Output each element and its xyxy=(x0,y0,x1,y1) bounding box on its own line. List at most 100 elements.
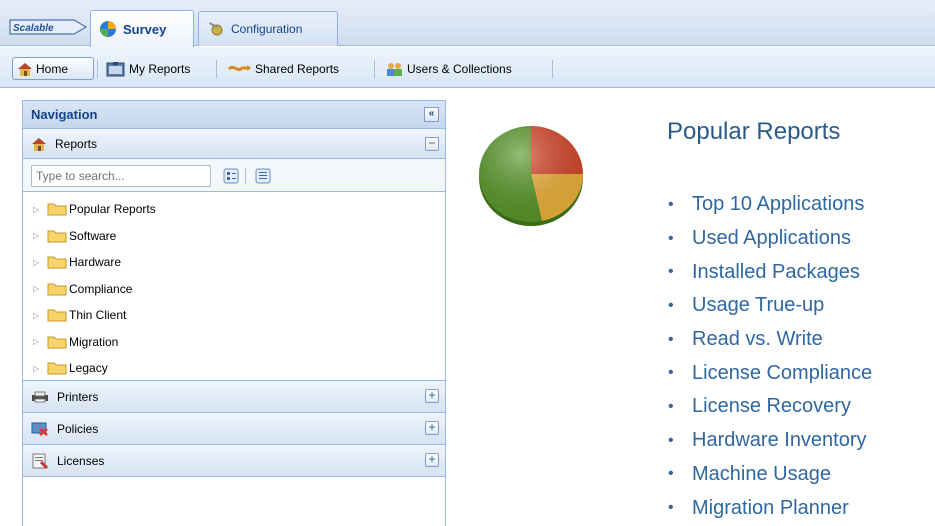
report-link-label[interactable]: Hardware Inventory xyxy=(692,429,867,452)
policies-section-label: Policies xyxy=(57,421,99,436)
policies-icon xyxy=(31,422,48,436)
folder-icon xyxy=(47,309,67,322)
report-link-label[interactable]: Installed Packages xyxy=(692,261,860,284)
shared-reports-button[interactable]: Shared Reports xyxy=(224,57,343,80)
collapse-reports-button[interactable]: − xyxy=(425,137,439,151)
toolbar-separator xyxy=(216,60,217,78)
expand-printers-button[interactable]: + xyxy=(425,389,439,403)
printers-section-header[interactable]: Printers + xyxy=(23,381,445,413)
licenses-section-header[interactable]: Licenses + xyxy=(23,445,445,477)
tab-configuration[interactable]: Configuration xyxy=(198,11,338,46)
tree-folder-thin-client[interactable]: ▷ Thin Client xyxy=(23,302,445,329)
list-bullet: • xyxy=(668,364,674,382)
report-link[interactable]: • Usage True-up xyxy=(668,289,872,323)
toolbar-separator xyxy=(374,60,375,78)
tree-folder-compliance[interactable]: ▷ Compliance xyxy=(23,276,445,303)
tree-folder-popular-reports[interactable]: ▷ Popular Reports xyxy=(23,196,445,223)
report-link-label[interactable]: Migration Planner xyxy=(692,497,849,520)
tree-folder-label: Legacy xyxy=(69,361,108,376)
report-link[interactable]: • Top 10 Applications xyxy=(668,188,872,222)
popular-reports-title: Popular Reports xyxy=(667,118,841,145)
list-bullet: • xyxy=(668,263,674,281)
report-link-label[interactable]: Used Applications xyxy=(692,227,851,250)
my-reports-icon xyxy=(106,61,125,76)
users-collections-button[interactable]: Users & Collections xyxy=(382,57,516,80)
my-reports-button[interactable]: My Reports xyxy=(102,57,194,80)
report-link-label[interactable]: Machine Usage xyxy=(692,463,831,486)
report-link[interactable]: • License Recovery xyxy=(668,390,872,424)
pie-chart-icon xyxy=(478,126,584,226)
list-bullet: • xyxy=(668,195,674,213)
navigation-title: Navigation xyxy=(31,107,98,122)
expand-arrow-icon[interactable]: ▷ xyxy=(33,231,43,240)
report-link[interactable]: • Migration Planner xyxy=(668,491,872,525)
policies-section-header[interactable]: Policies + xyxy=(23,413,445,445)
tree-folder-hardware[interactable]: ▷ Hardware xyxy=(23,249,445,276)
globe-icon xyxy=(100,21,116,37)
scalable-logo: Scalable xyxy=(9,19,87,35)
expand-arrow-icon[interactable]: ▷ xyxy=(33,258,43,267)
wrench-gear-icon xyxy=(209,22,223,36)
expand-licenses-button[interactable]: + xyxy=(425,453,439,467)
shared-reports-icon xyxy=(228,64,251,71)
reports-section-header[interactable]: Reports − xyxy=(23,129,445,159)
home-button[interactable]: Home xyxy=(12,57,94,80)
expand-policies-button[interactable]: + xyxy=(425,421,439,435)
tab-survey-label: Survey xyxy=(123,21,167,37)
list-view-icon[interactable] xyxy=(255,168,271,184)
expand-all-icon[interactable] xyxy=(223,168,239,184)
home-icon xyxy=(18,62,32,76)
report-link-label[interactable]: Usage True-up xyxy=(692,294,824,317)
printer-icon xyxy=(32,391,48,402)
report-link[interactable]: • Used Applications xyxy=(668,222,872,256)
tree-folder-migration[interactable]: ▷ Migration xyxy=(23,329,445,356)
tab-configuration-label: Configuration xyxy=(231,22,303,36)
tree-folder-legacy[interactable]: ▷ Legacy xyxy=(23,355,445,382)
report-link[interactable]: • Machine Usage xyxy=(668,458,872,492)
users-icon xyxy=(387,62,402,76)
licenses-icon xyxy=(32,453,49,469)
collapse-panel-button[interactable]: « xyxy=(424,107,439,122)
main-toolbar: Home My Reports Shared Reports Users & C… xyxy=(0,47,935,88)
tab-survey[interactable]: Survey xyxy=(90,10,194,47)
report-search-bar xyxy=(23,159,445,192)
report-link-label[interactable]: Top 10 Applications xyxy=(692,193,864,216)
report-link[interactable]: • License Compliance xyxy=(668,356,872,390)
popular-reports-list: • Top 10 Applications • Used Applications … xyxy=(668,188,872,525)
expand-arrow-icon[interactable]: ▷ xyxy=(33,284,43,293)
report-link-label[interactable]: License Recovery xyxy=(692,395,851,418)
my-reports-label: My Reports xyxy=(129,61,191,76)
tree-folder-label: Software xyxy=(69,228,117,243)
folder-icon xyxy=(47,256,67,269)
home-button-label: Home xyxy=(36,61,69,76)
list-bullet: • xyxy=(668,330,674,348)
tree-folder-label: Compliance xyxy=(69,281,133,296)
licenses-section-label: Licenses xyxy=(57,453,105,468)
tree-folder-software[interactable]: ▷ Software xyxy=(23,223,445,250)
tree-folder-label: Hardware xyxy=(69,255,122,270)
list-bullet: • xyxy=(668,499,674,517)
folder-icon xyxy=(47,203,67,216)
list-bullet: • xyxy=(668,431,674,449)
list-bullet: • xyxy=(668,229,674,247)
report-search-input[interactable] xyxy=(31,165,211,187)
report-folder-tree: ▷ Popular Reports ▷ Software ▷ Hardware … xyxy=(23,192,445,381)
home-icon xyxy=(32,137,46,151)
report-link[interactable]: • Installed Packages xyxy=(668,255,872,289)
tree-folder-label: Thin Client xyxy=(69,308,127,323)
expand-arrow-icon[interactable]: ▷ xyxy=(33,311,43,320)
report-link[interactable]: • Hardware Inventory xyxy=(668,424,872,458)
expand-arrow-icon[interactable]: ▷ xyxy=(33,337,43,346)
expand-arrow-icon[interactable]: ▷ xyxy=(33,205,43,214)
report-link-label[interactable]: License Compliance xyxy=(692,362,872,385)
toolbar-separator xyxy=(552,60,553,78)
tree-folder-label: Migration xyxy=(69,334,119,349)
users-collections-label: Users & Collections xyxy=(407,61,512,76)
report-link[interactable]: • Read vs. Write xyxy=(668,323,872,357)
expand-arrow-icon[interactable]: ▷ xyxy=(33,364,43,373)
report-link-label[interactable]: Read vs. Write xyxy=(692,328,823,351)
shared-reports-label: Shared Reports xyxy=(255,61,340,76)
folder-icon xyxy=(47,230,67,243)
tree-folder-label: Popular Reports xyxy=(69,202,156,217)
folder-icon xyxy=(47,362,67,375)
